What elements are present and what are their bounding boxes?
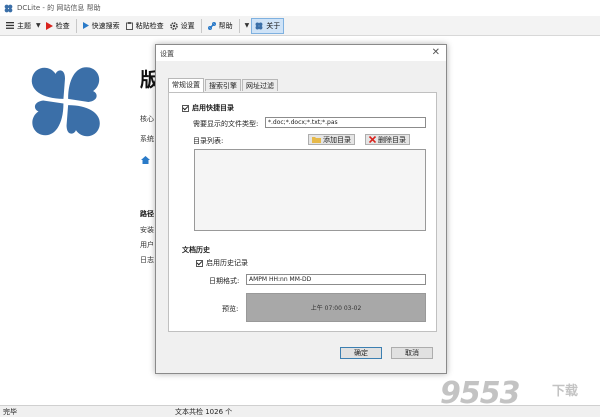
dialog-title-bar: 设置 ✕ xyxy=(156,45,446,61)
watermark-sub: 下载 xyxy=(552,384,579,399)
file-types-label: 需要显示的文件类型: xyxy=(193,120,259,128)
remove-dir-button[interactable]: 删除目录 xyxy=(365,134,410,145)
checkbox-checked-icon xyxy=(182,104,189,112)
home-label: 主题 xyxy=(17,21,31,30)
file-types-input[interactable] xyxy=(265,117,426,128)
status-bar: 完毕 文本共检 1026 个 xyxy=(0,405,600,417)
tab-bar: 常规设置 搜索引擎 网址过滤 xyxy=(168,78,279,92)
enable-history-label: 启用历史记录 xyxy=(206,259,248,267)
status-text: 完毕 xyxy=(3,408,17,416)
settings-dialog: 设置 ✕ 常规设置 搜索引擎 网址过滤 启用快捷目录 需要显示的文件类型: 目录… xyxy=(155,44,447,374)
help-label: 帮助 xyxy=(218,21,233,30)
enable-quick-dir-checkbox[interactable]: 启用快捷目录 xyxy=(182,103,234,113)
clover-logo-icon xyxy=(4,4,13,12)
date-preview-box: 上午 07:00 03-02 xyxy=(246,293,426,322)
about-button[interactable]: 关于 xyxy=(251,17,285,34)
window-title: DCLite - 的 网站信息 帮助 xyxy=(17,4,101,12)
toolbar-divider xyxy=(238,18,240,33)
section-title: 路径 xyxy=(140,210,154,218)
info-line-2: 系统 xyxy=(140,135,154,143)
title-bar: DCLite - 的 网站信息 帮助 xyxy=(0,0,600,16)
checkbox-checked-icon xyxy=(196,259,203,267)
preview-value: 上午 07:00 03-02 xyxy=(310,305,362,312)
directory-list[interactable] xyxy=(194,149,426,231)
toolbar-divider xyxy=(75,18,77,33)
quick-check-button[interactable]: 快速搜索 xyxy=(80,18,123,34)
add-dir-label: 添加目录 xyxy=(323,135,351,144)
toolbar-divider xyxy=(200,18,202,33)
paste-check-button[interactable]: 粘贴检查 xyxy=(123,18,167,34)
home-button[interactable]: 主题 xyxy=(3,18,34,34)
clover-logo-icon xyxy=(31,67,100,137)
chevron-down-icon[interactable]: ▼ xyxy=(245,22,250,29)
settings-label: 设置 xyxy=(180,21,195,30)
check-button[interactable]: 检查 xyxy=(43,18,73,34)
date-format-input[interactable] xyxy=(246,274,426,285)
settings-button[interactable]: 设置 xyxy=(167,18,198,34)
remove-dir-label: 删除目录 xyxy=(378,135,406,144)
delete-icon xyxy=(369,136,376,143)
doc-history-title: 文档历史 xyxy=(182,246,210,254)
list-item: 用户 xyxy=(140,241,154,249)
paste-check-label: 粘贴检查 xyxy=(135,21,164,30)
dialog-title: 设置 xyxy=(160,50,174,58)
tab-search-engine[interactable]: 搜索引擎 xyxy=(205,79,241,91)
menu-icon xyxy=(6,22,14,29)
clover-icon xyxy=(255,22,263,29)
check-label: 检查 xyxy=(55,21,70,30)
ok-button[interactable]: 确定 xyxy=(340,347,382,359)
gear-icon xyxy=(169,21,178,30)
date-format-label: 日期格式: xyxy=(209,277,240,285)
tab-url-filter[interactable]: 网址过滤 xyxy=(242,79,278,91)
enable-quick-dir-label: 启用快捷目录 xyxy=(192,104,234,112)
list-item: 安装 xyxy=(140,226,154,234)
toolbar: 主题 ▼ 检查 快速搜索 粘贴检查 设置 帮助 ▼ 关于 xyxy=(0,16,600,36)
home-icon[interactable] xyxy=(141,156,150,164)
about-label: 关于 xyxy=(266,21,281,30)
folder-icon xyxy=(312,137,321,143)
quick-check-label: 快速搜索 xyxy=(91,21,120,30)
chevron-down-icon[interactable]: ▼ xyxy=(36,22,41,29)
preview-label: 预览: xyxy=(222,305,239,313)
enable-history-checkbox[interactable]: 启用历史记录 xyxy=(196,258,248,268)
list-item: 日志 xyxy=(140,256,154,264)
dir-list-label: 目录列表: xyxy=(193,137,224,145)
help-button[interactable]: 帮助 xyxy=(205,18,236,34)
tab-panel-general: 启用快捷目录 需要显示的文件类型: 目录列表: 添加目录 删除目录 文档历史 启… xyxy=(168,92,437,332)
play-small-icon xyxy=(82,22,89,29)
add-dir-button[interactable]: 添加目录 xyxy=(308,134,355,145)
link-icon xyxy=(207,21,216,30)
tab-general[interactable]: 常规设置 xyxy=(168,78,204,92)
play-icon xyxy=(45,21,53,30)
info-line-1: 核心 xyxy=(140,115,154,123)
cancel-button[interactable]: 取消 xyxy=(391,347,433,359)
status-count: 文本共检 1026 个 xyxy=(175,408,233,416)
close-icon[interactable]: ✕ xyxy=(432,47,440,59)
clipboard-icon xyxy=(125,21,133,30)
